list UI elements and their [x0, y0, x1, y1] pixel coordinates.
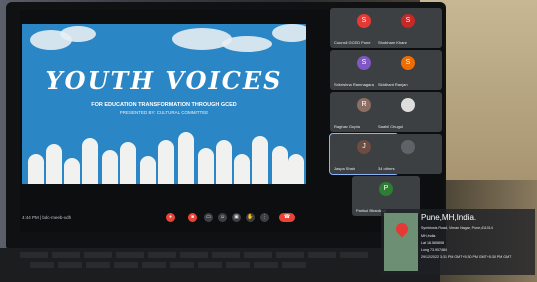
avatar: J	[357, 140, 371, 154]
cloud-decoration	[60, 26, 96, 42]
participant-tile[interactable]: S Shubham Khare	[374, 8, 442, 48]
cloud-decoration	[272, 24, 306, 42]
geotag-region: MH,India	[421, 234, 436, 238]
avatar: S	[357, 14, 371, 28]
geotag-title: Pune,MH,India.	[421, 213, 477, 222]
participant-name: Raghav Gupta	[334, 124, 360, 129]
participant-name: Shubham Khare	[378, 40, 407, 45]
avatar	[401, 140, 415, 154]
participant-name: Srikrishna Ramnagaraj	[334, 82, 375, 87]
participant-name: Saahil Chugul	[378, 124, 403, 129]
camera-icon[interactable]: ■	[188, 213, 197, 222]
avatar: P	[379, 182, 393, 196]
present-icon[interactable]: ▣	[232, 213, 241, 222]
location-pin-icon	[393, 220, 411, 238]
more-options-icon[interactable]: ⋮	[260, 213, 269, 222]
geotag-latitude: Lat 18.565898	[421, 241, 444, 245]
presentation-slide: YOUTH VOICES FOR EDUCATION TRANSFORMATIO…	[22, 24, 306, 184]
geotag-address: Symbiosis Road, Viman Nagar, Pune,411014	[421, 226, 493, 230]
avatar: S	[401, 14, 415, 28]
meeting-control-bar: 4:44 PM | bdc-meeb-xdh ● ■ ▭ ☺ ▣ ✋ ⋮ ☎	[14, 206, 438, 230]
participant-tile[interactable]: S Siddhant Ranjan	[374, 50, 442, 90]
avatar: S	[401, 56, 415, 70]
geotag-overlay: Pune,MH,India. Symbiosis Road, Viman Nag…	[381, 209, 535, 275]
participant-name: Siddhant Ranjan	[378, 82, 408, 87]
slide-title: YOUTH VOICES	[45, 66, 283, 95]
participant-tile[interactable]: Saahil Chugul	[374, 92, 442, 132]
participant-name: 34 others	[378, 166, 395, 171]
captions-icon[interactable]: ▭	[204, 213, 213, 222]
cloud-decoration	[222, 36, 272, 52]
emoji-icon[interactable]: ☺	[218, 213, 227, 222]
map-thumbnail	[384, 213, 418, 271]
raise-hand-icon[interactable]: ✋	[246, 213, 255, 222]
end-call-button[interactable]: ☎	[279, 213, 295, 222]
avatar	[401, 98, 415, 112]
slide-subtitle: FOR EDUCATION TRANSFORMATION THROUGH GCE…	[91, 102, 237, 108]
laptop-keyboard	[0, 248, 440, 282]
geotag-longitude: Long 73.907484	[421, 248, 447, 252]
geotag-datetime: 29/12/2022 3:31 PM GMT+5:30 PM GMT+5:30 …	[421, 255, 512, 259]
raised-hands-illustration	[22, 126, 306, 184]
participant-name: Council GCED Pune	[334, 40, 371, 45]
avatar: S	[357, 56, 371, 70]
slide-presenter: PRESENTED BY: CULTURAL COMMITTEE	[119, 110, 209, 115]
participant-name: Jaspa Shah	[334, 166, 356, 171]
others-tile[interactable]: 34 others	[374, 134, 442, 174]
meeting-info: 4:44 PM | bdc-meeb-xdh	[22, 215, 72, 220]
mic-icon[interactable]: ●	[166, 213, 175, 222]
avatar: R	[357, 98, 371, 112]
